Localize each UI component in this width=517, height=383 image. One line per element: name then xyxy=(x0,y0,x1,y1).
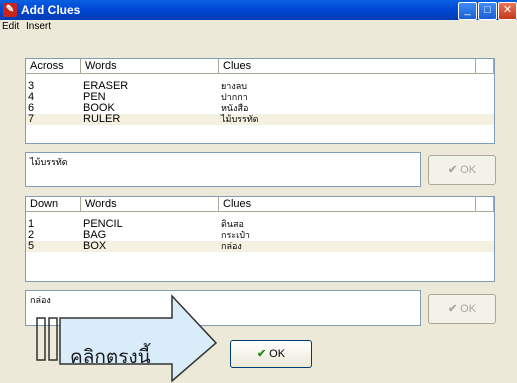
table-row-selected[interactable]: 5 BOX กล่อง xyxy=(26,241,494,252)
row-clue: ดินสอ xyxy=(221,219,244,229)
across-header-extra xyxy=(476,59,494,74)
down-header-number[interactable]: Down xyxy=(26,197,81,212)
row-clue: ปากกา xyxy=(221,92,248,102)
close-button[interactable]: ✕ xyxy=(498,2,517,20)
menu-bar: Edit Insert xyxy=(0,20,517,34)
window-title: Add Clues xyxy=(21,3,81,17)
add-clues-window: ✎ Add Clues _ □ ✕ Edit Insert Across Wor… xyxy=(0,0,517,383)
callout-bars-icon xyxy=(36,317,58,361)
table-row-selected[interactable]: 7 RULER ไม้บรรทัด xyxy=(26,114,494,125)
minimize-button[interactable]: _ xyxy=(458,2,477,20)
down-header-words[interactable]: Words xyxy=(81,197,219,212)
menu-edit[interactable]: Edit xyxy=(2,21,19,32)
across-ok-button[interactable]: ✔ OK xyxy=(428,155,496,185)
down-header-clues[interactable]: Clues xyxy=(219,197,476,212)
row-number: 7 xyxy=(28,113,35,125)
down-grid[interactable]: Down Words Clues 1 PENCIL ดินสอ 2 BAG กร… xyxy=(25,196,495,282)
row-clue: ยางลบ xyxy=(221,81,247,91)
across-header-words[interactable]: Words xyxy=(81,59,219,74)
main-ok-button[interactable]: ✔ OK xyxy=(230,340,312,368)
down-ok-button[interactable]: ✔ OK xyxy=(428,294,496,324)
check-icon: ✔ xyxy=(447,303,458,315)
row-clue: หนังสือ xyxy=(221,103,249,113)
check-icon: ✔ xyxy=(447,164,458,176)
app-icon: ✎ xyxy=(3,3,17,17)
across-header-clues[interactable]: Clues xyxy=(219,59,476,74)
menu-insert[interactable]: Insert xyxy=(26,21,51,32)
across-clue-input[interactable]: ไม้บรรทัด xyxy=(25,152,421,187)
title-bar[interactable]: ✎ Add Clues _ □ ✕ xyxy=(0,0,517,20)
down-header-extra xyxy=(476,197,494,212)
row-clue: กล่อง xyxy=(221,241,242,251)
row-clue: กระเป๋า xyxy=(221,230,250,240)
row-word: BOX xyxy=(83,240,107,252)
check-icon: ✔ xyxy=(256,348,267,360)
maximize-button[interactable]: □ xyxy=(478,2,497,20)
across-header-number[interactable]: Across xyxy=(26,59,81,74)
row-number: 5 xyxy=(28,240,35,252)
row-clue: ไม้บรรทัด xyxy=(221,114,259,124)
across-grid[interactable]: Across Words Clues 3 ERASER ยางลบ 4 PEN … xyxy=(25,58,495,144)
callout-text: คลิกตรงนี้ xyxy=(70,346,151,368)
row-word: RULER xyxy=(83,113,121,125)
